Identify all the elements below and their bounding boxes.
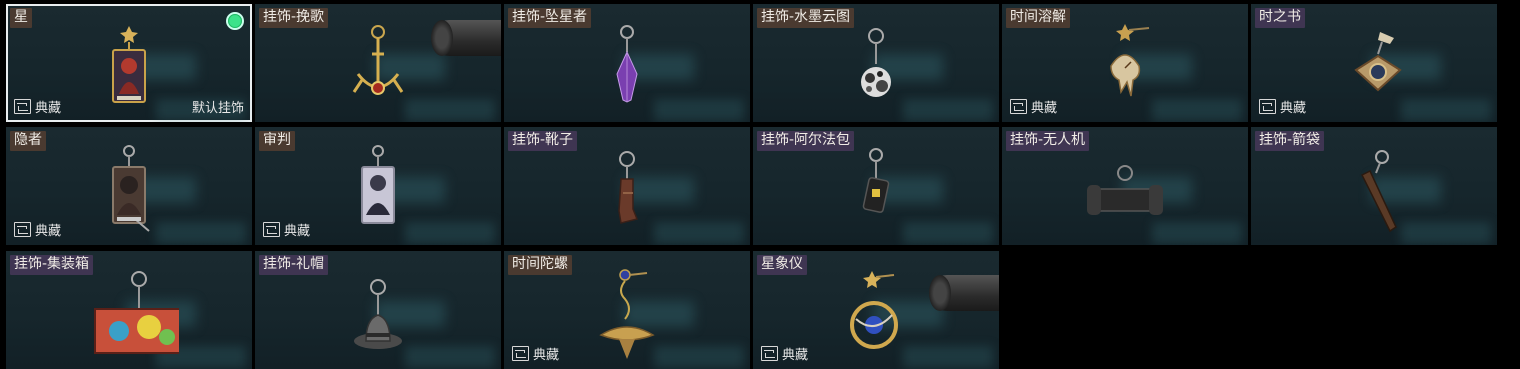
collection-badge: 典藏	[14, 220, 61, 239]
charm-card-container[interactable]: 挂饰-集装箱	[6, 251, 252, 369]
charm-name: 时之书	[1255, 8, 1305, 28]
charm-card-star[interactable]: 星 典藏 默认挂饰	[6, 4, 252, 122]
drone-charm-icon	[1087, 165, 1163, 215]
charm-card-boots[interactable]: 挂饰-靴子	[504, 127, 750, 245]
judgement-tarot-charm-icon	[361, 145, 395, 224]
charm-name: 挂饰-箭袋	[1255, 131, 1325, 151]
collection-icon	[512, 346, 529, 361]
purple-crystal-charm-icon	[616, 25, 638, 103]
background-cannon	[929, 275, 999, 311]
collection-badge: 典藏	[14, 97, 61, 116]
charm-name: 挂饰-坠星者	[508, 8, 592, 28]
collection-icon	[14, 99, 31, 114]
charm-card-elegy[interactable]: 挂饰-挽歌	[255, 4, 501, 122]
spinning-top-charm-icon	[599, 269, 655, 359]
charm-name: 星象仪	[757, 255, 807, 275]
quiver-charm-icon	[1360, 150, 1397, 233]
background-cannon	[431, 20, 501, 56]
charm-card-drone[interactable]: 挂饰-无人机	[1002, 127, 1248, 245]
charm-grid: 星 典藏 默认挂饰 挂饰-挽歌 挂饰-坠星者 挂饰-水墨云图 时间溶解 典藏 时…	[6, 4, 1502, 369]
charm-name: 隐者	[10, 131, 46, 151]
charm-name: 挂饰-挽歌	[259, 8, 329, 28]
boot-charm-icon	[618, 151, 639, 224]
default-charm-label: 默认挂饰	[191, 101, 244, 116]
charm-card-time-book[interactable]: 时之书 典藏	[1251, 4, 1497, 122]
charm-name: 挂饰-靴子	[508, 131, 578, 151]
charm-card-time-top[interactable]: 时间陀螺 典藏	[504, 251, 750, 369]
container-charm-icon	[94, 271, 179, 354]
alpha-bag-charm-icon	[862, 148, 890, 213]
charm-name: 时间陀螺	[508, 255, 572, 275]
charm-card-star-faller[interactable]: 挂饰-坠星者	[504, 4, 750, 122]
collection-icon	[1010, 99, 1027, 114]
charm-name: 时间溶解	[1006, 8, 1070, 28]
collection-badge: 典藏	[512, 344, 559, 363]
collection-icon	[761, 346, 778, 361]
collection-badge: 典藏	[1010, 97, 1057, 116]
charm-card-hermit[interactable]: 隐者 典藏	[6, 127, 252, 245]
charm-name: 审判	[259, 131, 295, 151]
collection-badge: 典藏	[1259, 97, 1306, 116]
ink-cloud-orb-charm-icon	[861, 28, 891, 97]
hermit-tarot-charm-icon	[112, 145, 150, 232]
charm-name: 星	[10, 8, 32, 28]
time-book-charm-icon	[1354, 32, 1402, 92]
astrolabe-charm-icon	[850, 271, 898, 349]
collection-icon	[14, 222, 31, 237]
charm-card-astrolabe[interactable]: 星象仪 典藏	[753, 251, 999, 369]
collection-icon	[1259, 99, 1276, 114]
golden-anchor-charm-icon	[352, 25, 404, 95]
charm-card-alpha-bag[interactable]: 挂饰-阿尔法包	[753, 127, 999, 245]
tarot-card-charm-icon	[112, 26, 146, 103]
collection-badge: 典藏	[263, 220, 310, 239]
collection-badge: 典藏	[761, 344, 808, 363]
charm-card-time-dissolve[interactable]: 时间溶解 典藏	[1002, 4, 1248, 122]
melting-clock-charm-icon	[1110, 24, 1150, 97]
charm-card-judgement[interactable]: 审判 典藏	[255, 127, 501, 245]
charm-card-ink-cloud[interactable]: 挂饰-水墨云图	[753, 4, 999, 122]
charm-card-quiver[interactable]: 挂饰-箭袋	[1251, 127, 1497, 245]
collection-icon	[263, 222, 280, 237]
charm-card-top-hat[interactable]: 挂饰-礼帽	[255, 251, 501, 369]
equipped-indicator-icon	[226, 12, 244, 30]
top-hat-charm-icon	[354, 279, 402, 349]
charm-name: 挂饰-礼帽	[259, 255, 329, 275]
